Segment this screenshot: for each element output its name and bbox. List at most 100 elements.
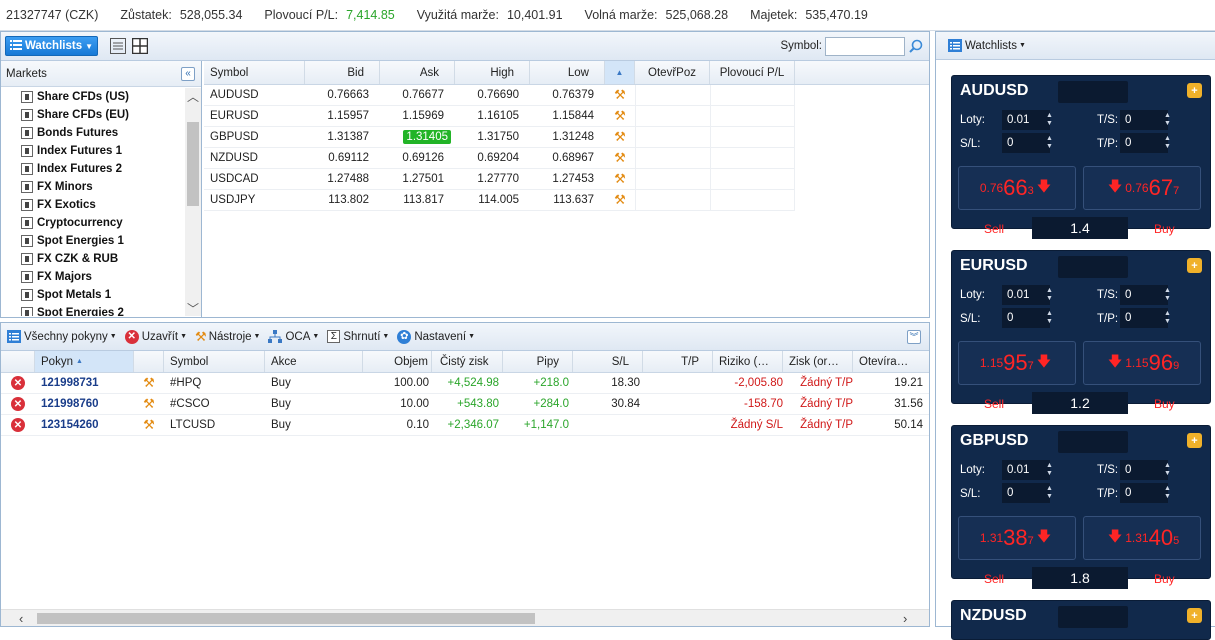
- col-open-price[interactable]: Otevíra…: [853, 351, 929, 372]
- tools-icon[interactable]: ⚒: [605, 192, 635, 208]
- ts-stepper[interactable]: ▲ ▼: [1162, 110, 1173, 130]
- col-action[interactable]: Akce: [265, 351, 363, 372]
- buy-label[interactable]: Buy: [1154, 397, 1175, 411]
- quote-ask-cell[interactable]: 1.15969: [380, 110, 455, 122]
- markets-scrollbar[interactable]: ︿ ﹀: [185, 88, 201, 316]
- quote-row[interactable]: USDJPY 113.802 113.817 114.005 113.637 ⚒: [204, 189, 795, 211]
- buy-label[interactable]: Buy: [1154, 222, 1175, 236]
- market-item[interactable]: Bonds Futures: [1, 124, 185, 142]
- expand-node-icon[interactable]: [21, 271, 33, 283]
- quote-bid[interactable]: 0.76663: [305, 89, 380, 101]
- tp-input[interactable]: 0: [1120, 483, 1168, 503]
- col-low[interactable]: Low: [530, 61, 605, 84]
- buy-label[interactable]: Buy: [1154, 572, 1175, 586]
- grid-view-icon[interactable]: [132, 38, 149, 54]
- sell-price-button[interactable]: 1.31 38 7 🡇: [958, 516, 1076, 560]
- ts-stepper[interactable]: ▲ ▼: [1162, 285, 1173, 305]
- col-profit[interactable]: Zisk (or…: [783, 351, 853, 372]
- close-position-cell[interactable]: ✕: [1, 418, 35, 432]
- scroll-up-icon[interactable]: ︿: [185, 88, 201, 104]
- ts-input[interactable]: 0: [1120, 110, 1168, 130]
- market-item[interactable]: Index Futures 1: [1, 142, 185, 160]
- market-item[interactable]: Spot Energies 1: [1, 232, 185, 250]
- market-item[interactable]: Spot Energies 2: [1, 304, 185, 316]
- expand-node-icon[interactable]: [21, 109, 33, 121]
- market-item[interactable]: FX Exotics: [1, 196, 185, 214]
- lots-input[interactable]: 0.01: [1002, 110, 1050, 130]
- collapse-left-icon[interactable]: «: [181, 66, 195, 81]
- position-row[interactable]: ✕ 121998760 ⚒ #CSCO Buy 10.00 +543.80 +284.0 30.…: [1, 394, 929, 415]
- tools-icon[interactable]: ⚒: [605, 129, 635, 145]
- market-item[interactable]: FX Majors: [1, 268, 185, 286]
- buy-price-button[interactable]: 🡇 1.15 96 9: [1083, 341, 1201, 385]
- quote-bid[interactable]: 1.27488: [305, 173, 380, 185]
- col-bid[interactable]: Bid: [305, 61, 380, 84]
- position-row[interactable]: ✕ 121998731 ⚒ #HPQ Buy 100.00 +4,524.98 +218.0 1…: [1, 373, 929, 394]
- position-order-id[interactable]: 121998760: [35, 398, 134, 410]
- tools-icon[interactable]: ⚒: [605, 171, 635, 187]
- lots-input[interactable]: 0.01: [1002, 460, 1050, 480]
- close-position-cell[interactable]: ✕: [1, 397, 35, 411]
- col-volume[interactable]: Objem: [363, 351, 432, 372]
- sl-stepper[interactable]: ▲ ▼: [1044, 133, 1055, 153]
- sl-input[interactable]: 0: [1002, 483, 1050, 503]
- quote-ask-cell[interactable]: 1.27501: [380, 173, 455, 185]
- scroll-right-icon[interactable]: ›: [903, 611, 907, 626]
- tools-icon[interactable]: ⚒: [134, 417, 164, 433]
- symbol-search-input[interactable]: [825, 36, 905, 56]
- expand-panel-icon[interactable]: ︾: [907, 329, 921, 344]
- market-item[interactable]: Cryptocurrency: [1, 214, 185, 232]
- close-icon[interactable]: ✕: [11, 376, 25, 390]
- watchlists-button[interactable]: Watchlists ▼: [5, 36, 99, 56]
- add-ticket-icon[interactable]: +: [1187, 433, 1202, 448]
- horizontal-scroll-thumb[interactable]: [37, 613, 535, 624]
- quote-row[interactable]: EURUSD 1.15957 1.15969 1.16105 1.15844 ⚒: [204, 105, 795, 127]
- sell-label[interactable]: Sell: [984, 222, 1004, 236]
- close-position-button[interactable]: ✕ Uzavřít ▼: [124, 329, 187, 344]
- quote-ask-cell[interactable]: 113.817: [380, 194, 455, 206]
- settings-button[interactable]: ✿ Nastavení ▼: [397, 329, 475, 344]
- add-ticket-icon[interactable]: +: [1187, 83, 1202, 98]
- market-item[interactable]: Spot Metals 1: [1, 286, 185, 304]
- tools-icon[interactable]: ⚒: [605, 150, 635, 166]
- tp-input[interactable]: 0: [1120, 308, 1168, 328]
- position-order-id[interactable]: 123154260: [35, 419, 134, 431]
- position-row[interactable]: ✕ 123154260 ⚒ LTCUSD Buy 0.10 +2,346.07 +1,147.…: [1, 415, 929, 436]
- col-pips[interactable]: Pipy: [503, 351, 573, 372]
- sell-label[interactable]: Sell: [984, 572, 1004, 586]
- all-orders-button[interactable]: Všechny pokyny ▼: [7, 330, 117, 343]
- tp-stepper[interactable]: ▲ ▼: [1162, 133, 1173, 153]
- close-icon[interactable]: ✕: [11, 397, 25, 411]
- col-sort[interactable]: ▲: [605, 61, 635, 84]
- sell-label[interactable]: Sell: [984, 397, 1004, 411]
- ts-input[interactable]: 0: [1120, 460, 1168, 480]
- quote-ask-cell[interactable]: 0.76677: [380, 89, 455, 101]
- col-high[interactable]: High: [455, 61, 530, 84]
- sl-input[interactable]: 0: [1002, 133, 1050, 153]
- scroll-down-icon[interactable]: ﹀: [185, 300, 201, 316]
- expand-node-icon[interactable]: [21, 253, 33, 265]
- ts-stepper[interactable]: ▲ ▼: [1162, 460, 1173, 480]
- col-risk[interactable]: Riziko (…: [713, 351, 783, 372]
- col-order[interactable]: Pokyn ▲: [35, 351, 134, 372]
- quote-row[interactable]: USDCAD 1.27488 1.27501 1.27770 1.27453 ⚒: [204, 168, 795, 190]
- market-item[interactable]: FX Minors: [1, 178, 185, 196]
- tools-button[interactable]: ⚒ Nástroje ▼: [195, 329, 260, 345]
- quote-row[interactable]: AUDUSD 0.76663 0.76677 0.76690 0.76379 ⚒: [204, 84, 795, 106]
- search-icon[interactable]: [909, 39, 923, 53]
- ts-input[interactable]: 0: [1120, 285, 1168, 305]
- tp-stepper[interactable]: ▲ ▼: [1162, 308, 1173, 328]
- lots-stepper[interactable]: ▲ ▼: [1044, 110, 1055, 130]
- tools-icon[interactable]: ⚒: [134, 396, 164, 412]
- quote-bid[interactable]: 113.802: [305, 194, 380, 206]
- quote-ask-cell[interactable]: 1.31405: [380, 130, 455, 144]
- quote-ask-cell[interactable]: 0.69126: [380, 152, 455, 164]
- close-icon[interactable]: ✕: [11, 418, 25, 432]
- col-sl[interactable]: S/L: [573, 351, 643, 372]
- lots-stepper[interactable]: ▲ ▼: [1044, 285, 1055, 305]
- tools-icon[interactable]: ⚒: [605, 87, 635, 103]
- add-ticket-icon[interactable]: +: [1187, 258, 1202, 273]
- tp-input[interactable]: 0: [1120, 133, 1168, 153]
- expand-node-icon[interactable]: [21, 181, 33, 193]
- scroll-thumb[interactable]: [187, 122, 199, 206]
